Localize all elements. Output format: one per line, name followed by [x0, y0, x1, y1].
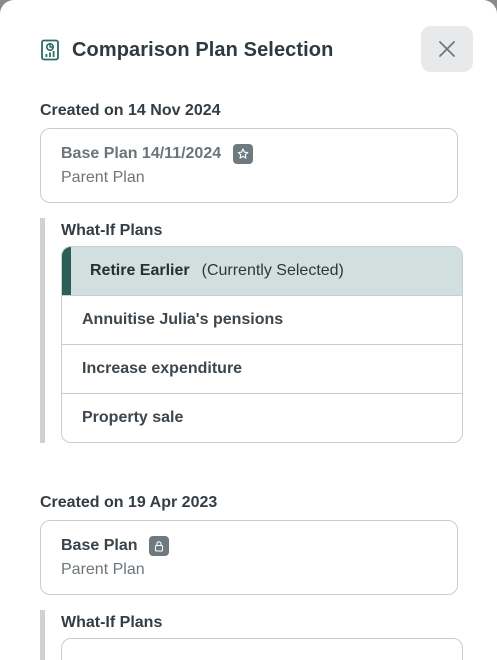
close-button[interactable]: [421, 26, 473, 72]
base-plan-subtitle: Parent Plan: [61, 561, 145, 578]
whatif-list: Retire Earlier (Currently Selected) Annu…: [61, 246, 463, 443]
base-plan-card[interactable]: Base Plan Parent Plan: [40, 520, 458, 595]
base-plan-name-text: Base Plan 14/11/2024: [61, 145, 222, 162]
whatif-heading: What-If Plans: [61, 614, 163, 631]
whatif-section: What-If Plans: [40, 610, 463, 660]
whatif-item-label: Increase expenditure: [82, 360, 243, 377]
whatif-item-annuitise-pensions[interactable]: Annuitise Julia's pensions: [62, 295, 462, 344]
base-plan-name: Base Plan: [61, 536, 170, 556]
dialog-title: Comparison Plan Selection: [72, 38, 334, 61]
comparison-plan-dialog: Comparison Plan Selection Created on 14 …: [0, 0, 497, 660]
close-icon: [439, 41, 455, 57]
whatif-list: [61, 638, 463, 660]
base-plan-subtitle: Parent Plan: [61, 169, 145, 186]
currently-selected-note: (Currently Selected): [201, 262, 344, 279]
whatif-item-increase-expenditure[interactable]: Increase expenditure: [62, 344, 462, 393]
star-icon: [233, 144, 254, 164]
lock-icon: [149, 536, 170, 556]
dialog-header: Comparison Plan Selection: [40, 36, 473, 64]
whatif-section: What-If Plans Retire Earlier (Currently …: [40, 218, 463, 443]
base-plan-name-text: Base Plan: [61, 537, 138, 554]
whatif-item-retire-earlier[interactable]: Retire Earlier (Currently Selected): [62, 247, 462, 295]
whatif-heading: What-If Plans: [61, 222, 163, 239]
whatif-item-label: Retire Earlier: [90, 262, 190, 279]
whatif-item-property-sale[interactable]: Property sale: [62, 393, 462, 442]
base-plan-name: Base Plan 14/11/2024: [61, 144, 254, 164]
group-heading: Created on 14 Nov 2024: [40, 102, 221, 119]
group-heading: Created on 19 Apr 2023: [40, 494, 218, 511]
whatif-item-label: Property sale: [82, 409, 184, 426]
plan-document-icon: [40, 39, 60, 61]
whatif-item-label: Annuitise Julia's pensions: [82, 311, 284, 328]
base-plan-card[interactable]: Base Plan 14/11/2024 Parent Plan: [40, 128, 458, 203]
